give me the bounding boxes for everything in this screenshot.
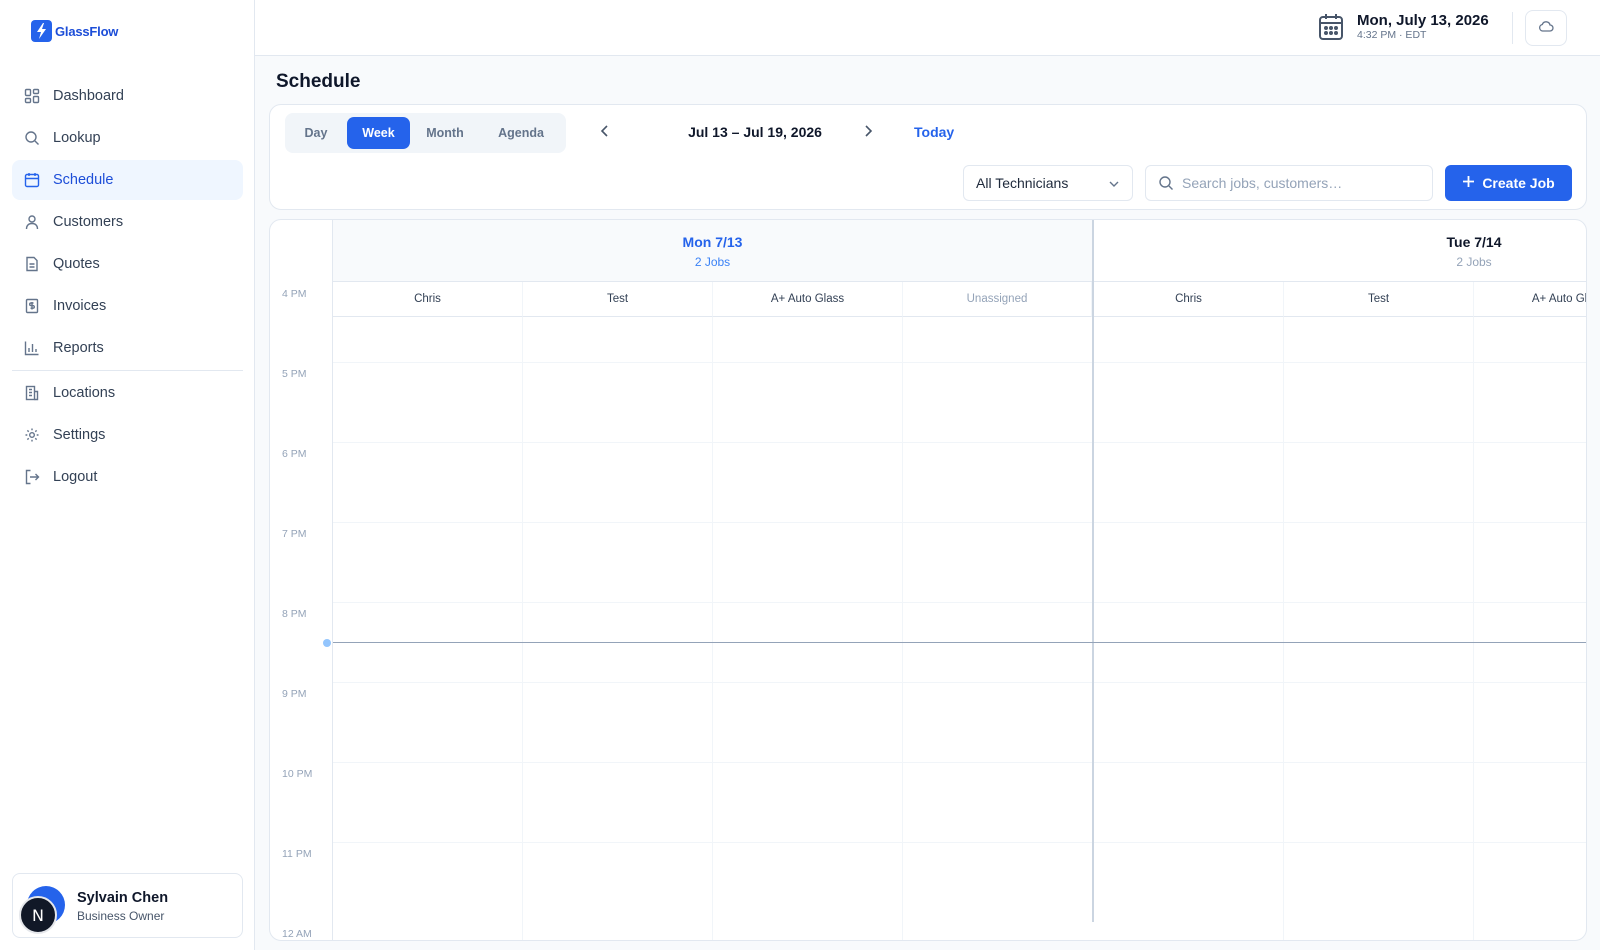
brand-name: GlassFlow: [55, 23, 119, 39]
document-icon: [24, 256, 40, 272]
topbar: Mon, July 13, 2026 4:32 PM · EDT: [255, 0, 1600, 56]
hour-label: 4 PM: [282, 288, 307, 300]
sidebar-item-label: Logout: [53, 469, 98, 485]
user-role: Business Owner: [77, 909, 165, 923]
column-header-a-plus-auto-glass: A+ Auto Glass: [1474, 282, 1586, 317]
invoice-icon: [24, 298, 40, 314]
sidebar: GlassFlow Dashboard Lookup Schedule Cust…: [0, 0, 255, 950]
hour-label: 6 PM: [282, 448, 307, 460]
day-slots-tue[interactable]: [1094, 317, 1586, 940]
today-button[interactable]: Today: [914, 124, 954, 140]
nav-divider: [12, 370, 243, 371]
week-calendar: Mon 7/13 2 Jobs Tue 7/14 2 Jobs Chris Te…: [269, 219, 1587, 941]
gear-icon: [24, 427, 40, 443]
user-card[interactable]: N Sylvain Chen Business Owner: [12, 873, 243, 938]
hour-label: 10 PM: [282, 768, 313, 780]
day-header-mon[interactable]: Mon 7/13 2 Jobs: [333, 220, 1092, 282]
view-month-button[interactable]: Month: [414, 117, 476, 149]
previous-week-button[interactable]: [595, 123, 615, 143]
chevron-down-icon: [1108, 177, 1120, 193]
sidebar-item-label: Settings: [53, 427, 106, 443]
topbar-divider: [1512, 12, 1513, 44]
sidebar-item-label: Schedule: [53, 172, 114, 188]
sidebar-item-label: Invoices: [53, 298, 107, 314]
building-icon: [24, 385, 40, 401]
logout-icon: [24, 469, 40, 485]
sidebar-item-customers[interactable]: Customers: [12, 202, 243, 242]
view-agenda-button[interactable]: Agenda: [480, 117, 562, 149]
create-job-button[interactable]: Create Job: [1445, 165, 1572, 201]
next-week-button[interactable]: [858, 123, 878, 143]
current-time-line: [333, 642, 1586, 643]
user-name: Sylvain Chen: [77, 890, 169, 906]
calendar-date-icon: [1318, 13, 1344, 46]
sidebar-nav: Dashboard Lookup Schedule Customers Quot…: [12, 76, 243, 499]
date-range-label: Jul 13 – Jul 19, 2026: [688, 124, 822, 140]
column-header-chris: Chris: [1094, 282, 1284, 317]
sidebar-item-label: Locations: [53, 385, 116, 401]
sidebar-item-label: Lookup: [53, 130, 101, 146]
schedule-toolbar: Day Week Month Agenda Jul 13 – Jul 19, 2…: [269, 104, 1587, 210]
logo-bolt-icon: [31, 20, 52, 42]
day-job-count: 2 Jobs: [694, 255, 731, 269]
day-job-count: 2 Jobs: [1456, 255, 1492, 269]
hour-label: 12 AM: [282, 928, 312, 940]
technician-filter-value: All Technicians: [976, 175, 1069, 191]
column-header-chris: Chris: [333, 282, 523, 317]
plus-icon: [1462, 175, 1475, 191]
day-title: Mon 7/13: [682, 234, 743, 250]
sidebar-item-settings[interactable]: Settings: [12, 415, 243, 455]
sidebar-item-invoices[interactable]: Invoices: [12, 286, 243, 326]
current-date: Mon, July 13, 2026: [1357, 12, 1489, 29]
technician-filter-select[interactable]: All Technicians: [963, 165, 1133, 201]
day-title: Tue 7/14: [1446, 234, 1502, 250]
calendar-icon: [24, 172, 40, 188]
sidebar-item-label: Dashboard: [53, 88, 124, 104]
dashboard-icon: [24, 88, 40, 104]
cloud-sync-button[interactable]: [1525, 10, 1567, 46]
column-header-unassigned: Unassigned: [903, 282, 1092, 317]
view-switcher: Day Week Month Agenda: [285, 113, 566, 153]
bar-chart-icon: [24, 340, 40, 356]
view-day-button[interactable]: Day: [289, 117, 343, 149]
search-input[interactable]: [1182, 175, 1422, 191]
search-icon: [24, 130, 40, 146]
hour-label: 7 PM: [282, 528, 307, 540]
avatar-badge: N: [19, 896, 57, 934]
view-week-button[interactable]: Week: [347, 117, 410, 149]
sidebar-item-label: Customers: [53, 214, 124, 230]
hour-label: 8 PM: [282, 608, 307, 620]
current-time: 4:32 PM · EDT: [1357, 29, 1427, 41]
hour-label: 9 PM: [282, 688, 307, 700]
sidebar-item-label: Quotes: [53, 256, 100, 272]
day-slots-mon[interactable]: [333, 317, 1092, 940]
sidebar-item-reports[interactable]: Reports: [12, 328, 243, 368]
hour-label: 5 PM: [282, 368, 307, 380]
app-logo[interactable]: GlassFlow: [31, 20, 118, 42]
chevron-right-icon: [863, 124, 873, 142]
sidebar-item-logout[interactable]: Logout: [12, 457, 243, 497]
cloud-icon: [1538, 19, 1554, 37]
sidebar-item-quotes[interactable]: Quotes: [12, 244, 243, 284]
sidebar-item-locations[interactable]: Locations: [12, 373, 243, 413]
day-header-tue[interactable]: Tue 7/14 2 Jobs: [1094, 220, 1586, 282]
chevron-left-icon: [600, 124, 610, 142]
sidebar-item-dashboard[interactable]: Dashboard: [12, 76, 243, 116]
sidebar-item-label: Reports: [53, 340, 104, 356]
sidebar-item-schedule[interactable]: Schedule: [12, 160, 243, 200]
search-icon: [1158, 175, 1174, 191]
column-header-a-plus-auto-glass: A+ Auto Glass: [713, 282, 903, 317]
column-header-test: Test: [523, 282, 713, 317]
column-header-test: Test: [1284, 282, 1474, 317]
user-icon: [24, 214, 40, 230]
sidebar-item-lookup[interactable]: Lookup: [12, 118, 243, 158]
create-job-label: Create Job: [1482, 175, 1555, 191]
current-time-dot: [323, 639, 331, 647]
hour-label: 11 PM: [282, 848, 312, 860]
page-title: Schedule: [276, 71, 361, 92]
search-field: [1145, 165, 1433, 201]
